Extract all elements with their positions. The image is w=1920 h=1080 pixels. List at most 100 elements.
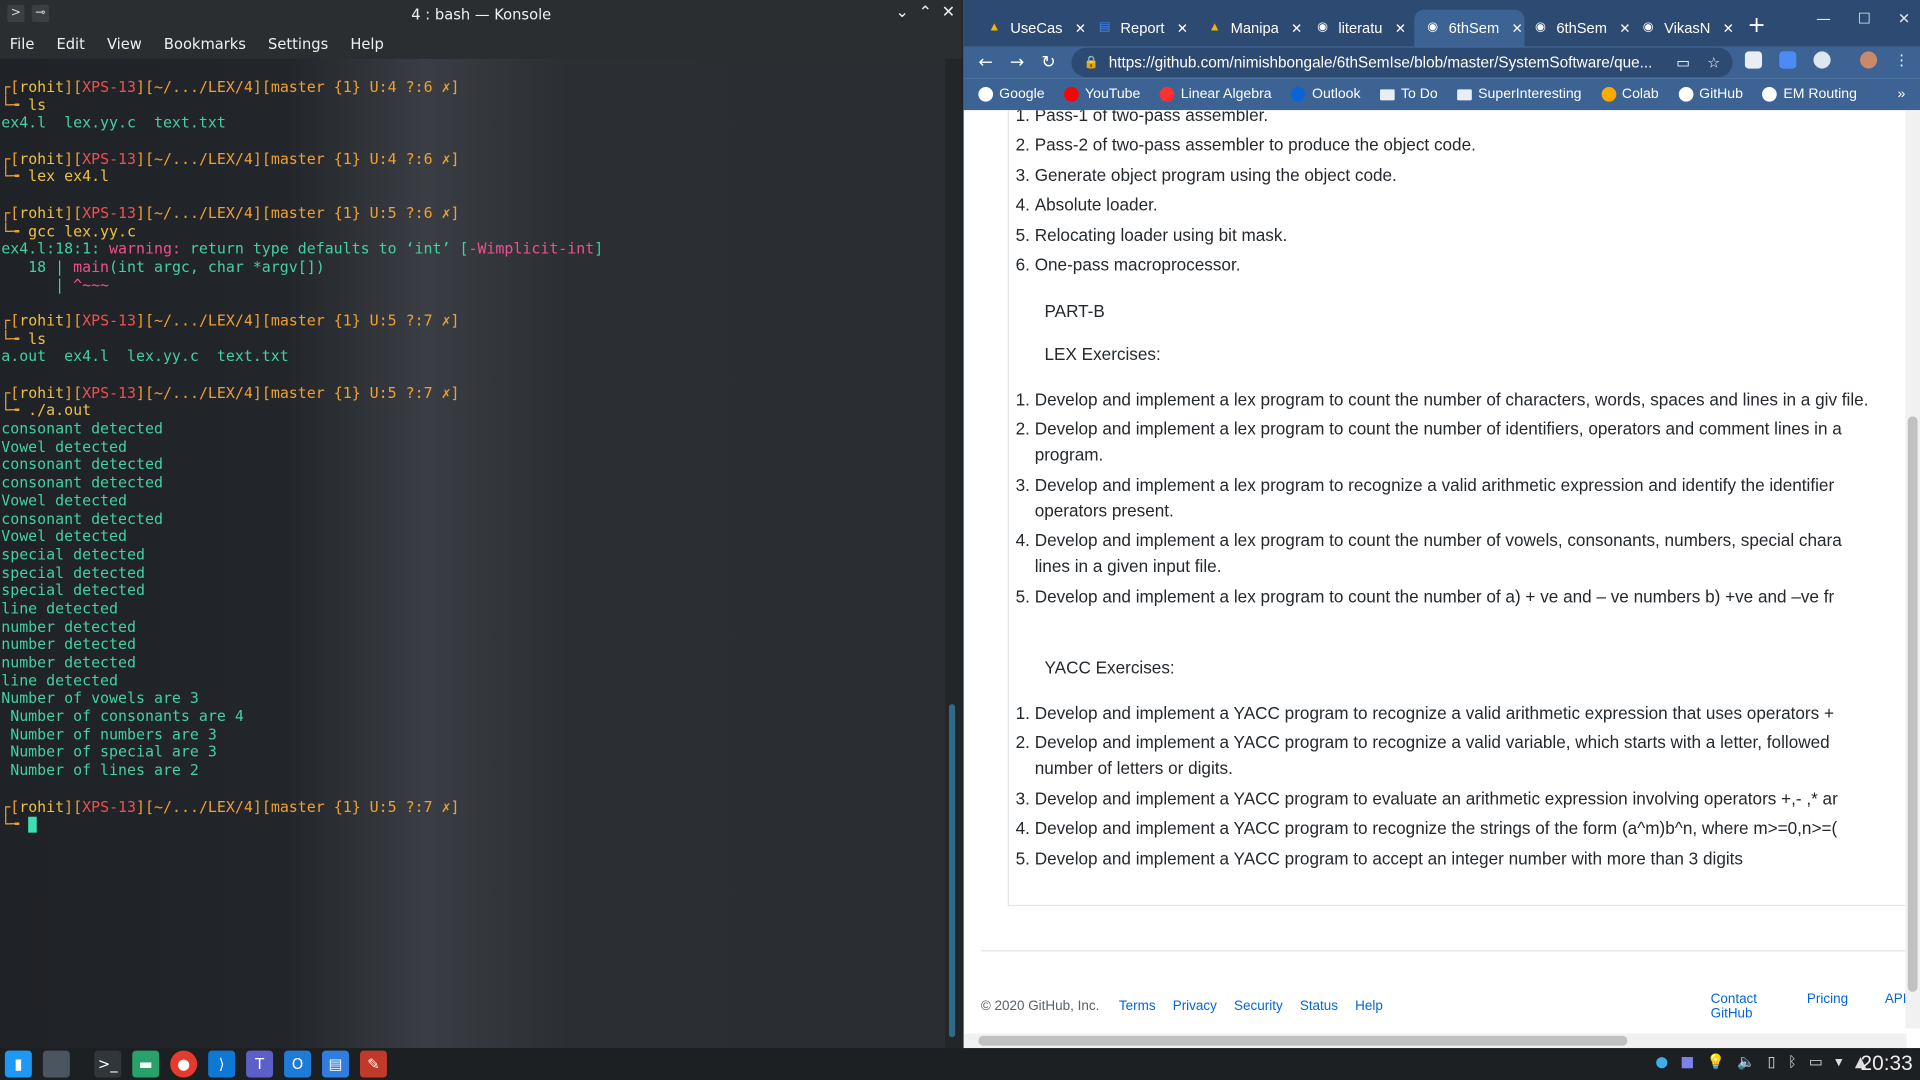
close-icon[interactable]: ✕ [942, 4, 955, 22]
konsole-task-icon[interactable]: >_ [94, 1050, 122, 1078]
star-icon[interactable]: ☆ [1707, 54, 1720, 71]
extension-icon[interactable] [1744, 51, 1763, 69]
tab-close-icon[interactable]: ✕ [1075, 20, 1086, 36]
output-line: Number of consonants are 4 [0, 708, 945, 726]
tab-6[interactable]: ◉ 6thSem ✕ [1522, 10, 1632, 47]
menu-view[interactable]: View [107, 36, 142, 53]
chrome-task-icon[interactable]: ● [170, 1050, 198, 1078]
tab-close-icon[interactable]: ✕ [1177, 20, 1188, 36]
close-icon[interactable]: ✕ [1898, 10, 1910, 27]
bookmark-label: Google [999, 86, 1045, 102]
storage-icon[interactable]: ▯ [1768, 1053, 1776, 1070]
tab-favicon-icon: ◉ [1642, 20, 1654, 35]
footer-link-contact[interactable]: Contact GitHub [1711, 992, 1771, 1021]
prompt-host: XPS-13 [82, 384, 137, 402]
terminal-cursor[interactable] [28, 816, 37, 833]
folder-icon [1457, 88, 1473, 100]
output-line: Number of special are 3 [0, 744, 945, 762]
browser-toolbar: ← → ↻ 🔒 https://github.com/nimishbongale… [963, 46, 1920, 79]
page-horizontal-scrollbar[interactable] [963, 1033, 1907, 1049]
vscode-icon[interactable]: ⟩ [208, 1050, 236, 1078]
prompt-host: XPS-13 [82, 797, 137, 815]
reload-icon[interactable]: ↻ [1041, 53, 1055, 73]
minimize-icon[interactable]: — [1816, 10, 1831, 27]
prompt-host: XPS-13 [82, 204, 137, 222]
footer-link-terms[interactable]: Terms [1119, 999, 1156, 1014]
menu-kebab-icon[interactable]: ⋮ [1894, 51, 1909, 68]
bookmark-google[interactable]: Google [978, 86, 1045, 102]
pager-icon[interactable] [42, 1050, 70, 1078]
bookmark-superinteresting[interactable]: SuperInteresting [1457, 87, 1581, 102]
outlook-icon[interactable]: O [284, 1050, 312, 1078]
prompt-line: ┌[rohit][XPS-13][~/.../LEX/4][master {1}… [1, 312, 460, 330]
bookmark-colab[interactable]: Colab [1601, 86, 1659, 102]
tab-close-icon[interactable]: ✕ [1291, 20, 1302, 36]
maximize-icon[interactable]: ⌃ [919, 4, 932, 22]
bookmark-label: To Do [1400, 86, 1438, 102]
bookmark-to-do[interactable]: To Do [1380, 87, 1438, 102]
terminal-scrollbar[interactable] [945, 58, 963, 1049]
bookmark-linear-algebra[interactable]: Linear Algebra [1159, 86, 1272, 102]
footer-link-pricing[interactable]: Pricing [1807, 992, 1848, 1021]
tab-3[interactable]: ▲ Manipa ✕ [1196, 10, 1306, 47]
bookmark-youtube[interactable]: YouTube [1064, 86, 1140, 102]
address-bar[interactable]: 🔒 https://github.com/nimishbongale/6thSe… [1071, 47, 1733, 78]
menu-file[interactable]: File [10, 36, 35, 53]
output-line: Number of numbers are 3 [0, 726, 945, 744]
maximize-icon[interactable]: ☐ [1858, 10, 1871, 27]
bulb-icon[interactable]: 💡 [1707, 1053, 1725, 1070]
new-tab-button[interactable]: + [1747, 12, 1765, 38]
notification-icon[interactable]: ● [1655, 1053, 1668, 1070]
tab-7[interactable]: ◉ VikasN ✕ [1630, 10, 1740, 47]
editor-icon[interactable]: ✎ [360, 1050, 387, 1078]
warning-caret-line: | ^~~~ [0, 276, 945, 294]
output-line: a.out ex4.l lex.yy.c text.txt [0, 348, 945, 366]
globe-icon[interactable] [1813, 51, 1831, 69]
caret-pipe: | [1, 276, 74, 294]
bluetooth-icon[interactable]: ᛒ [1788, 1053, 1797, 1070]
display-icon[interactable]: ▭ [1809, 1053, 1823, 1070]
source-rest: (int argc, char *argv[]) [109, 258, 325, 276]
footer-link-api[interactable]: API [1885, 992, 1907, 1021]
file-manager-icon[interactable]: ▬ [132, 1050, 160, 1078]
avatar[interactable] [1860, 51, 1878, 69]
tab-1[interactable]: ▲ UseCas ✕ [976, 10, 1086, 47]
lock-icon[interactable]: 🔒 [1084, 56, 1099, 69]
cast-icon[interactable]: ▭ [1676, 54, 1690, 71]
tab-close-icon[interactable]: ✕ [1395, 20, 1406, 36]
bookmark-em-routing[interactable]: EM Routing [1762, 86, 1857, 102]
wifi-icon[interactable]: ▾ [1835, 1053, 1842, 1070]
terminal-output[interactable]: ┌[rohit][XPS-13][~/.../LEX/4][master {1}… [0, 58, 946, 1049]
menu-edit[interactable]: Edit [56, 36, 84, 53]
menu-settings[interactable]: Settings [268, 36, 328, 53]
minimize-icon[interactable]: ⌄ [895, 4, 908, 22]
page-vertical-scrollbar[interactable] [1905, 110, 1920, 1029]
tab-5[interactable]: ◉ 6thSem ✕ [1414, 9, 1525, 47]
bookmark-outlook[interactable]: Outlook [1291, 86, 1361, 102]
footer-link-privacy[interactable]: Privacy [1173, 999, 1217, 1014]
forward-icon[interactable]: → [1010, 53, 1024, 73]
url-text: https://github.com/nimishbongale/6thSemI… [1108, 53, 1653, 72]
footer-link-help[interactable]: Help [1355, 999, 1383, 1014]
docs-icon[interactable]: ▤ [322, 1050, 349, 1078]
tab-2[interactable]: ▤ Report ✕ [1086, 10, 1196, 47]
app-launcher-icon[interactable]: ▮ [4, 1050, 32, 1078]
command-text: ls [28, 330, 47, 348]
bookmark-github[interactable]: GitHub [1678, 86, 1743, 102]
footer-link-status[interactable]: Status [1300, 999, 1338, 1014]
back-icon[interactable]: ← [978, 53, 992, 73]
footer-link-security[interactable]: Security [1234, 999, 1283, 1014]
teams-tray-icon[interactable]: ■ [1680, 1053, 1694, 1070]
tab-close-icon[interactable]: ✕ [1723, 20, 1734, 36]
bookmarks-bar: Google YouTube Linear Algebra Outlook To Do S… [963, 78, 1920, 111]
output-text: Number of vowels are 3 [1, 689, 199, 707]
clock[interactable]: 20:33 [1861, 1052, 1913, 1076]
volume-icon[interactable]: 🔈 [1737, 1053, 1755, 1070]
tab-4[interactable]: ◉ literatu ✕ [1304, 10, 1414, 47]
calendar-extension-icon[interactable] [1779, 51, 1797, 69]
menu-bookmarks[interactable]: Bookmarks [164, 36, 246, 53]
bookmarks-overflow-icon[interactable]: » [1897, 87, 1905, 102]
teams-icon[interactable]: T [246, 1050, 274, 1078]
menu-help[interactable]: Help [350, 36, 384, 53]
output-text: consonant detected [1, 456, 163, 474]
